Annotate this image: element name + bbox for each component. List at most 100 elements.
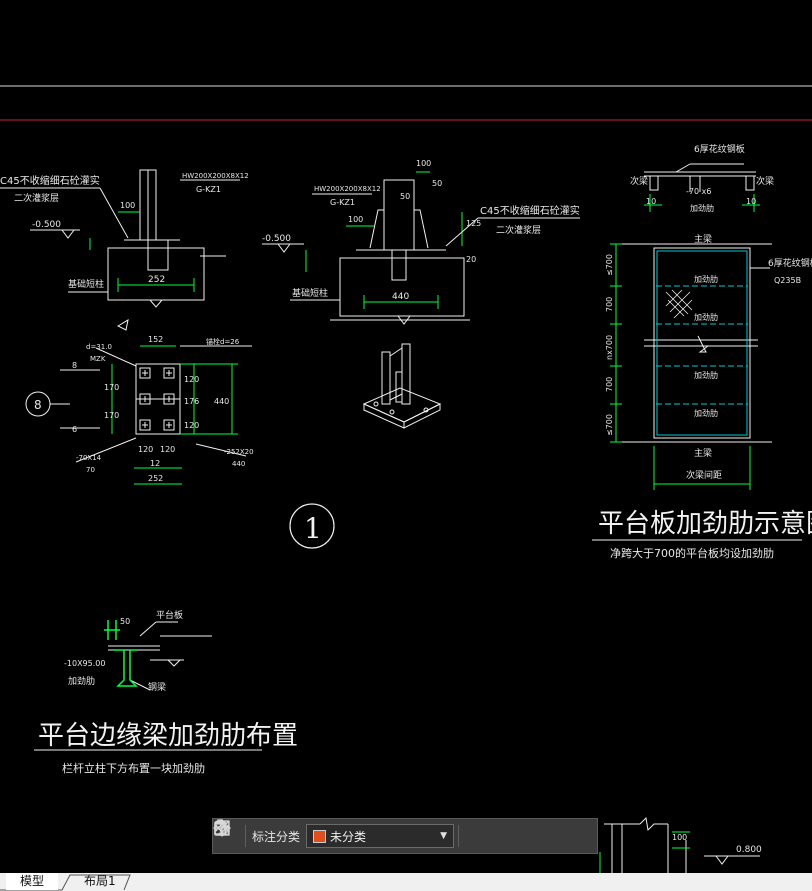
dim-700-a: 700: [605, 297, 614, 312]
dim-700-b: 700: [605, 377, 614, 392]
dim-10-right: 10: [746, 197, 756, 206]
dim-50-mid: 50: [400, 192, 410, 201]
column-base-detail-1: C45不收缩细石砼灌实 二次灌浆层 -0.500 HW200X200X8X12 …: [0, 169, 249, 308]
dim-170-b: 170: [104, 411, 119, 420]
dim-120-b: 120: [160, 445, 175, 454]
beam-left: 次梁: [630, 175, 648, 187]
stiffener-section: -70 x6: [686, 187, 711, 196]
column-base-detail-2: -0.500 HW200X200X8X12 G-KZ1 C45不收缩细石砼灌实 …: [262, 159, 580, 325]
grout-note-2b: 二次灌浆层: [496, 224, 541, 236]
mzk-label: MZK: [90, 355, 106, 363]
column-base-3d-sketch: [362, 343, 442, 429]
elevation-label-2: -0.500: [262, 234, 291, 244]
dim-120-c: 120: [184, 375, 199, 384]
tab-model[interactable]: 模型: [6, 873, 59, 890]
column-label-2: G-KZ1: [330, 198, 355, 207]
section-label-2: HW200X200X8X12: [314, 185, 381, 193]
layout-tab-bar: 模型 布局1: [0, 873, 812, 891]
chevron-down-icon: ▼: [440, 831, 448, 841]
platform-plate-label: 平台板: [156, 609, 183, 621]
dim-100-left: 100: [348, 215, 363, 224]
dim-125: 125: [466, 219, 481, 228]
move-icon[interactable]: [213, 819, 519, 850]
dim-le700-a: ≤700: [605, 254, 614, 276]
dim-120-d: 120: [184, 421, 199, 430]
dim-20: 20: [466, 255, 476, 264]
dim-nx700: nx700: [605, 335, 614, 360]
grout-note-1b: C45不收缩细石砼灌实: [480, 204, 580, 217]
tab-layout1[interactable]: 布局1: [70, 873, 130, 890]
bottom-note: 次梁间距: [686, 469, 722, 481]
edge-beam-detail: 平台板 50 -10X95.00 加劲肋 钢梁 平台边缘梁加劲肋布置 栏杆立柱下…: [34, 609, 298, 775]
elevation-br: 0.800: [736, 845, 762, 855]
dim-252: 252: [148, 474, 163, 483]
rib-label: 加劲肋: [68, 675, 95, 687]
copy-icon[interactable]: [214, 820, 547, 850]
plate-note-2: 70: [86, 466, 95, 474]
platform-subtitle: 净跨大于700的平台板均设加劲肋: [610, 546, 774, 560]
top-note: 6厚花纹钢板: [694, 143, 745, 155]
base-label-2: 基础短柱: [292, 287, 328, 299]
detail-number: 1: [304, 512, 322, 545]
category-dropdown[interactable]: 未分类 ▼: [306, 824, 455, 848]
grout-note-2: 二次灌浆层: [14, 192, 59, 204]
main-beam-top: 主梁: [694, 233, 712, 245]
right-note-2: Q235B: [774, 276, 801, 285]
edge-beam-subtitle: 栏杆立柱下方布置一块加劲肋: [62, 761, 205, 775]
beam-right: 次梁: [756, 175, 774, 187]
dim-440: 440: [392, 292, 409, 302]
stiffener-label: 加劲肋: [690, 203, 714, 213]
platform-stiffener-diagram: 6厚花纹钢板 次梁 次梁 -70 x6 加劲肋 10 10 主梁 主梁 次梁间距…: [592, 143, 812, 560]
rib-label-3: 加劲肋: [694, 370, 718, 380]
edge-beam-title: 平台边缘梁加劲肋布置: [38, 721, 298, 751]
dim-10-left: 10: [646, 197, 656, 206]
column-label: G-KZ1: [196, 185, 221, 194]
dim-120-a: 120: [138, 445, 153, 454]
elevation-label: -0.500: [32, 220, 61, 230]
bolt-note: 锚栓d=26: [206, 337, 240, 346]
paste-icon[interactable]: [214, 819, 575, 850]
right-note: 6厚花纹钢板: [768, 257, 812, 269]
dim-50-top: 50: [432, 179, 442, 188]
rib-label-4: 加劲肋: [694, 408, 718, 418]
dim-50-edge: 50: [120, 617, 130, 626]
cad-drawing-canvas[interactable]: C45不收缩细石砼灌实 二次灌浆层 -0.500 HW200X200X8X12 …: [0, 0, 812, 873]
mark-6: 6: [72, 425, 77, 434]
mark-8-small: 8: [72, 361, 77, 370]
dim-12: 12: [150, 459, 160, 468]
dim-170-a: 170: [104, 383, 119, 392]
callout-8: 8: [34, 398, 42, 412]
dim-152: 152: [148, 335, 163, 344]
rib-label-2: 加劲肋: [694, 312, 718, 322]
dim-100: 100: [120, 201, 135, 210]
main-beam-bottom: 主梁: [694, 447, 712, 459]
rib-label-1: 加劲肋: [694, 274, 718, 284]
platform-title: 平台板加劲肋示意图: [598, 509, 812, 539]
bottom-right-partial-detail: 100 0.800: [599, 816, 762, 873]
dim-100-br: 100: [672, 833, 687, 842]
rib-note: -10X95.00: [64, 659, 105, 668]
drawing-svg: C45不收缩细石砼灌实 二次灌浆层 -0.500 HW200X200X8X12 …: [0, 85, 812, 873]
beam-label: 钢梁: [148, 681, 166, 693]
grout-note-1: C45不收缩细石砼灌实: [0, 174, 100, 187]
base-label: 基础短柱: [68, 278, 104, 290]
section-label: HW200X200X8X12: [182, 172, 249, 180]
annotation-category-toolbar: 标注分类 未分类 ▼: [212, 818, 598, 854]
toolbar-divider: [245, 825, 246, 847]
plate-width: 252: [148, 275, 165, 285]
edit-icon[interactable]: [214, 820, 491, 850]
dim-440-plan: 440: [214, 397, 229, 406]
dim-100-top: 100: [416, 159, 431, 168]
dim-le700-b: ≤700: [605, 414, 614, 436]
dim-176: 176: [184, 397, 199, 406]
category-value: 未分类: [330, 829, 367, 844]
plate-note: -70X14: [76, 454, 102, 462]
plate-dim: -252X20: [224, 448, 254, 456]
category-label: 标注分类: [252, 829, 301, 844]
category-color-swatch: [313, 829, 327, 843]
hatch-pattern: [665, 289, 693, 319]
bolt-note-2: d=31.0: [86, 343, 112, 351]
anchor-plate-plan: 8 8 6 MZK d=31.0 锚栓d=26 152 120 120 12 2…: [25, 318, 254, 485]
dim-440-b: 440: [232, 460, 245, 468]
toolbar-divider: [458, 825, 460, 847]
